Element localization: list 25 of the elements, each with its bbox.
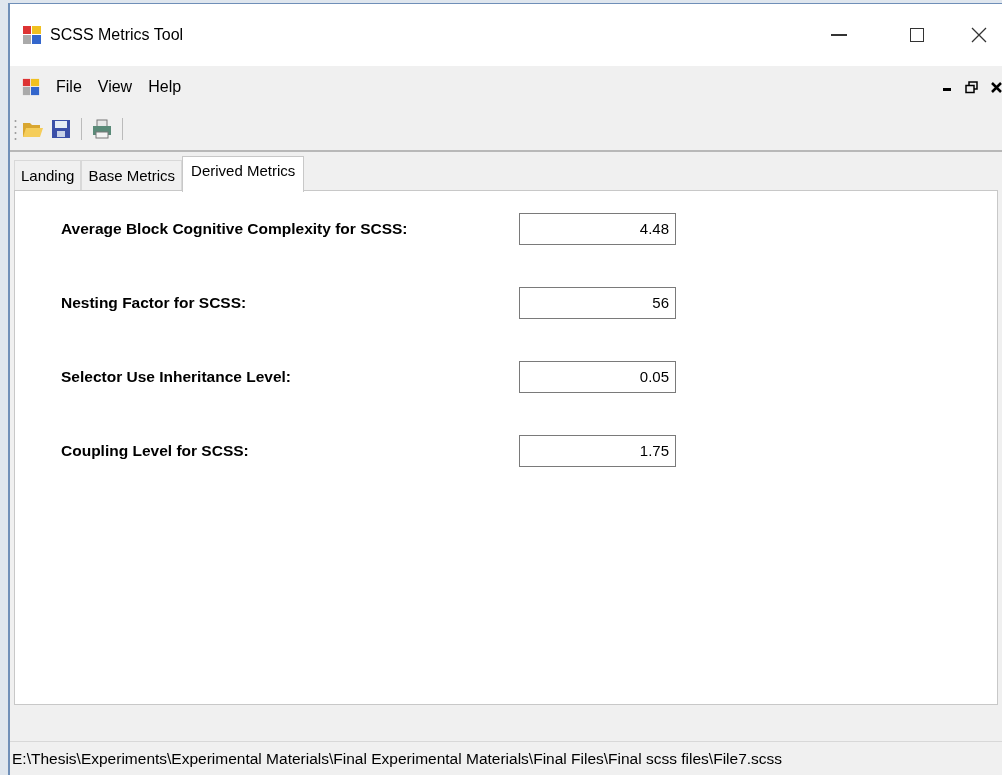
close-icon[interactable] bbox=[990, 81, 1002, 93]
grip-icon bbox=[14, 118, 17, 140]
tab[interactable]: Base Metrics bbox=[81, 160, 183, 191]
metric-label: Coupling Level for SCSS: bbox=[61, 441, 250, 462]
app-icon bbox=[22, 78, 40, 96]
menu-item[interactable]: File bbox=[48, 75, 90, 99]
print-icon[interactable] bbox=[90, 117, 114, 141]
save-icon[interactable] bbox=[49, 117, 73, 141]
value-field[interactable]: 56 bbox=[519, 287, 676, 319]
maximize-icon[interactable] bbox=[910, 28, 924, 42]
app-icon bbox=[22, 25, 42, 45]
tab[interactable]: Landing bbox=[14, 160, 82, 191]
metric-label: Average Block Cognitive Complexity for SCSS: bbox=[61, 219, 409, 240]
value-field[interactable]: 1.75 bbox=[519, 435, 676, 467]
metric-label: Nesting Factor for SCSS: bbox=[61, 293, 248, 314]
metric-label: Selector Use Inheritance Level: bbox=[61, 367, 292, 388]
close-icon[interactable] bbox=[971, 27, 987, 43]
menu-item[interactable]: Help bbox=[140, 75, 190, 99]
value-field[interactable]: 4.48 bbox=[519, 213, 676, 245]
restore-icon[interactable] bbox=[964, 80, 978, 94]
tab[interactable]: Derived Metrics bbox=[182, 156, 305, 192]
menu-item[interactable]: View bbox=[89, 75, 141, 99]
window-title: SCSS Metrics Tool bbox=[50, 25, 184, 45]
status-text: E:\Thesis\Experiments\Experimental Materials\Final Experimental Materials\Final Files\Final scss files\File7.scss bbox=[12, 748, 783, 769]
value-field[interactable]: 0.05 bbox=[519, 361, 676, 393]
